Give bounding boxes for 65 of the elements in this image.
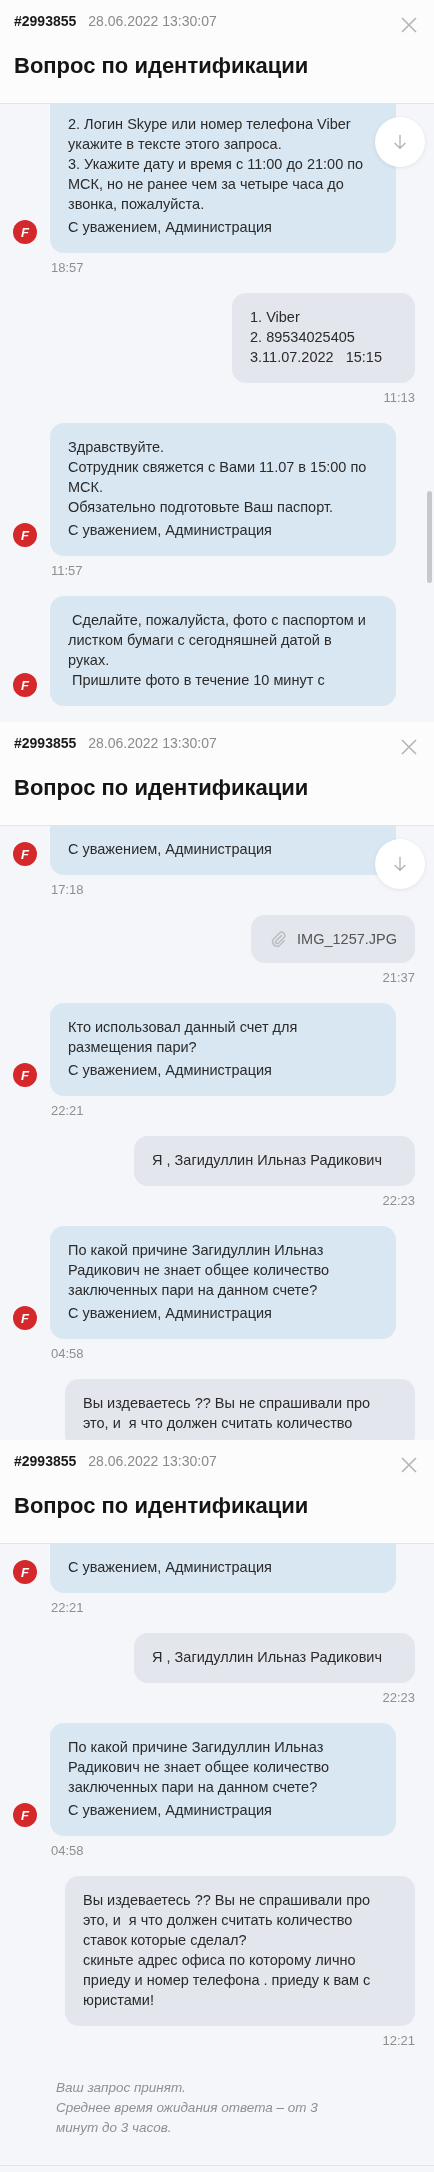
scroll-down-button[interactable]	[375, 839, 425, 889]
message-text: 2. Логин Skype или номер телефона Viber укажите в тексте этого запроса.	[68, 115, 352, 154]
message-signature: С уважением, Администрация	[68, 218, 273, 237]
avatar-icon: F	[13, 220, 37, 244]
avatar-icon: F	[13, 1063, 37, 1087]
close-icon[interactable]	[401, 739, 417, 755]
scrollbar-thumb[interactable]	[427, 491, 432, 583]
message-text: Здравствуйте.	[68, 438, 166, 457]
message-time: 22:23	[381, 1690, 415, 1705]
ticket-date: 28.06.2022 13:30:07	[88, 735, 217, 751]
arrow-down-icon	[391, 855, 409, 873]
message-text: По какой причине Загидуллин Ильназ Радикович не знает общее количество заключенных пари на данном счете?	[68, 1738, 331, 1797]
message-text: Вы издеваетесь ?? Вы не спрашивали про это, и я что должен считать количество ставок которые сделал?	[83, 1891, 372, 1950]
dialog-title: Вопрос по идентификации	[14, 1493, 310, 1519]
message-text: 1. Viber	[250, 308, 301, 327]
message-time: 22:21	[50, 1600, 85, 1615]
message-time: 11:13	[382, 390, 415, 405]
message-time: 04:58	[50, 1843, 85, 1858]
close-icon[interactable]	[401, 17, 417, 33]
avatar-icon: F	[13, 523, 37, 547]
message-text: 2. 89534025405	[250, 328, 356, 347]
message-time: 18:57	[50, 260, 85, 275]
message-text: Пришлите фото в течение 10 минут с	[71, 671, 326, 690]
paperclip-icon	[269, 930, 288, 948]
ticket-date: 28.06.2022 13:30:07	[88, 1453, 217, 1469]
message-signature: С уважением, Администрация	[68, 1558, 273, 1577]
scroll-down-button[interactable]	[375, 117, 425, 167]
avatar-icon: F	[13, 1803, 37, 1827]
message-time: 21:37	[381, 970, 415, 985]
dialog-title: Вопрос по идентификации	[14, 53, 310, 79]
status-note: Ваш запрос принят. Среднее время ожидания ответа – от 3 минут до 3 часов.	[56, 2079, 319, 2137]
message-signature: С уважением, Администрация	[68, 840, 273, 859]
ticket-number: #2993855	[14, 13, 77, 29]
message-signature: С уважением, Администрация	[68, 1061, 273, 1080]
avatar-icon: F	[13, 1306, 37, 1330]
avatar-icon: F	[13, 673, 37, 697]
message-time: 22:21	[50, 1103, 85, 1118]
message-text: 3. Укажите дату и время с 11:00 до 21:00 по МСК, но не ранее чем за четыре часа до звонка, пожалуйста.	[68, 155, 365, 214]
message-time: 17:18	[50, 882, 85, 897]
message-text: Я , Загидуллин Ильназ Радикович	[152, 1648, 382, 1667]
message-time: 11:57	[50, 563, 84, 578]
message-text: скиньте адрес офиса по которому лично приеду и номер телефона . приеду к вам с юристами!	[83, 1951, 372, 2010]
message-text: 3.11.07.2022 15:15	[250, 348, 382, 367]
message-text: Вы издеваетесь ?? Вы не спрашивали про это, и я что должен считать количество	[83, 1394, 372, 1433]
arrow-down-icon	[391, 133, 409, 151]
message-time: 22:23	[381, 1193, 415, 1208]
message-text: Сотрудник свяжется с Вами 11.07 в 15:00 по МСК.	[68, 458, 368, 497]
attachment-link[interactable]: IMG_1257.JPG	[251, 915, 415, 963]
message-text: Обязательно подготовьте Ваш паспорт.	[68, 498, 334, 517]
close-icon[interactable]	[401, 1457, 417, 1473]
ticket-number: #2993855	[14, 735, 77, 751]
ticket-date: 28.06.2022 13:30:07	[88, 13, 217, 29]
message-time: 04:58	[50, 1346, 85, 1361]
message-text: Я , Загидуллин Ильназ Радикович	[152, 1151, 382, 1170]
message-signature: С уважением, Администрация	[68, 1304, 273, 1323]
message-text: Сделайте, пожалуйста, фото с паспортом и листком бумаги с сегодняшней датой в руках.	[68, 611, 367, 670]
message-text: По какой причине Загидуллин Ильназ Радикович не знает общее количество заключенных пари на данном счете?	[68, 1241, 331, 1300]
ticket-number: #2993855	[14, 1453, 77, 1469]
message-signature: С уважением, Администрация	[68, 521, 273, 540]
message-text: Кто использовал данный счет для размещения пари?	[68, 1018, 299, 1057]
avatar-icon: F	[13, 1560, 37, 1584]
avatar-icon: F	[13, 842, 37, 866]
dialog-title: Вопрос по идентификации	[14, 775, 310, 801]
message-signature: С уважением, Администрация	[68, 1801, 273, 1820]
message-time: 12:21	[381, 2033, 415, 2048]
